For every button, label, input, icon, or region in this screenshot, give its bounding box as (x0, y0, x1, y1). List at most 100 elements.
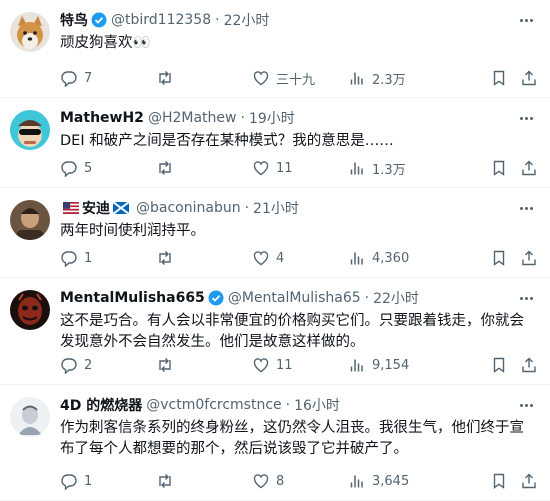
verified-badge-icon (91, 12, 107, 28)
share-icon (522, 160, 536, 176)
reply-count: 1 (84, 473, 93, 489)
display-name[interactable]: MathewH2 (60, 110, 144, 126)
avatar[interactable] (10, 290, 50, 330)
more-options-icon[interactable] (516, 12, 536, 28)
retweet-button[interactable] (156, 472, 252, 490)
dog-avatar-icon (10, 12, 50, 52)
user-handle[interactable]: @H2Mathew (148, 110, 237, 126)
views-chart-icon (350, 252, 363, 265)
share-button[interactable] (520, 249, 538, 267)
like-button[interactable]: 8 (252, 472, 348, 490)
retweet-button[interactable] (156, 356, 252, 374)
user-handle[interactable]: @MentalMulisha65 (228, 290, 361, 306)
share-icon (522, 357, 536, 373)
more-options-icon[interactable] (516, 110, 536, 126)
views-chart-icon (350, 475, 363, 488)
like-button[interactable]: 11 (252, 159, 348, 177)
like-count: 11 (276, 160, 293, 176)
retweet-button[interactable] (156, 249, 252, 267)
like-count: 4 (276, 250, 285, 266)
share-icon (522, 473, 536, 489)
user-handle[interactable]: @baconinabun (136, 200, 241, 216)
user-handle[interactable]: @tbird112358 (111, 12, 211, 28)
share-button[interactable] (520, 69, 538, 87)
views-button[interactable]: 4,360 (348, 249, 498, 267)
tweet-header: 安迪 @baconinabun · 21小时 (60, 198, 538, 218)
tweet-text: 两年时间使利润持平。 (60, 223, 205, 239)
cartoon-avatar-icon (10, 110, 50, 150)
separator-dot: · (244, 200, 250, 216)
like-button[interactable]: 4 (252, 249, 348, 267)
view-count: 1.3万 (372, 162, 406, 178)
reply-button[interactable]: 1 (60, 249, 156, 267)
photo-avatar-icon (10, 200, 50, 240)
share-icon (522, 70, 536, 86)
tweet-item[interactable]: 安迪 @baconinabun · 21小时 两年时间使利润持平。 1 4 4,… (0, 188, 550, 278)
bookmark-button[interactable] (490, 69, 508, 87)
avatar[interactable] (10, 397, 50, 437)
share-button[interactable] (520, 472, 538, 490)
timestamp[interactable]: 22小时 (373, 288, 419, 308)
timestamp[interactable]: 19小时 (249, 108, 295, 128)
like-button[interactable]: 三十九 (252, 69, 348, 88)
action-bar: 1 4 4,360 (60, 247, 538, 269)
share-icon (522, 250, 536, 266)
tweet-header: MathewH2 @H2Mathew · 19小时 (60, 108, 538, 128)
view-count: 2.3万 (372, 72, 406, 88)
reply-button[interactable]: 7 (60, 69, 156, 87)
more-options-icon[interactable] (516, 397, 536, 413)
avatar[interactable] (10, 200, 50, 240)
display-name[interactable]: MentalMulisha665 (60, 290, 205, 306)
bookmark-button[interactable] (490, 356, 508, 374)
reply-icon (61, 161, 77, 177)
like-button[interactable]: 11 (252, 356, 348, 374)
tweet-item[interactable]: 特鸟 @tbird112358 · 22小时 顽皮狗喜欢👀 7 三十九 2.3万 (0, 0, 550, 98)
heart-icon (253, 474, 269, 489)
separator-dot: · (285, 397, 291, 413)
reply-count: 2 (84, 357, 93, 373)
heart-icon (253, 71, 269, 86)
reply-icon (61, 358, 77, 374)
timestamp[interactable]: 22小时 (224, 10, 270, 30)
user-handle[interactable]: @vctm0fcrcmstnce (146, 397, 281, 413)
avatar[interactable] (10, 12, 50, 52)
more-options-icon[interactable] (516, 200, 536, 216)
tweet-item[interactable]: MathewH2 @H2Mathew · 19小时 DEI 和破产之间是否存在某… (0, 98, 550, 188)
retweet-icon (159, 358, 171, 372)
retweet-button[interactable] (156, 69, 252, 87)
reply-count: 7 (84, 70, 93, 86)
reply-button[interactable]: 1 (60, 472, 156, 490)
sketch-avatar-icon (10, 397, 50, 437)
bookmark-icon (493, 70, 505, 86)
bookmark-button[interactable] (490, 472, 508, 490)
retweet-button[interactable] (156, 159, 252, 177)
like-count: 11 (276, 357, 293, 373)
reply-button[interactable]: 5 (60, 159, 156, 177)
view-count: 4,360 (372, 250, 410, 266)
bookmark-button[interactable] (490, 159, 508, 177)
reply-button[interactable]: 2 (60, 356, 156, 374)
display-name[interactable]: 安迪 (82, 198, 110, 218)
views-button[interactable]: 9,154 (348, 356, 498, 374)
heart-icon (253, 358, 269, 373)
more-options-icon[interactable] (516, 290, 536, 306)
retweet-icon (159, 71, 171, 85)
separator-dot: · (215, 12, 220, 28)
timestamp[interactable]: 16小时 (294, 395, 340, 415)
avatar[interactable] (10, 110, 50, 150)
bookmark-icon (493, 160, 505, 176)
display-name[interactable]: 特鸟 (60, 10, 88, 30)
share-button[interactable] (520, 356, 538, 374)
retweet-icon (159, 161, 171, 175)
display-name[interactable]: 4D 的燃烧器 (60, 395, 142, 415)
timestamp[interactable]: 21小时 (253, 198, 299, 218)
tweet-text: DEI 和破产之间是否存在某种模式？我的意思是…… (60, 133, 394, 149)
tweet-item[interactable]: 4D 的燃烧器 @vctm0fcrcmstnce · 16小时 作为刺客信条系列… (0, 385, 550, 501)
views-button[interactable]: 1.3万 (348, 159, 498, 178)
bookmark-button[interactable] (490, 249, 508, 267)
tweet-item[interactable]: MentalMulisha665 @MentalMulisha65 · 22小时… (0, 278, 550, 385)
share-button[interactable] (520, 159, 538, 177)
views-button[interactable]: 3,645 (348, 472, 498, 490)
retweet-icon (159, 251, 171, 265)
views-button[interactable]: 2.3万 (348, 69, 498, 88)
